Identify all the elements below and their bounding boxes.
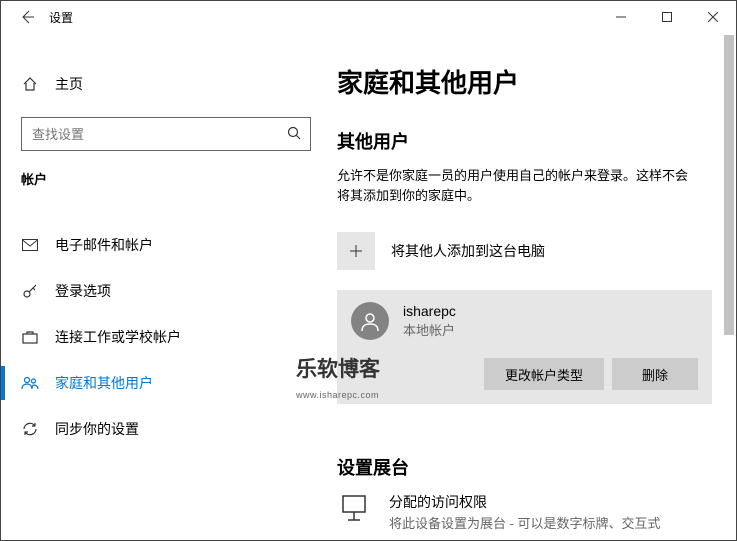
sidebar: 主页 帐户 电子邮件和帐户 登录选项 (1, 33, 331, 540)
maximize-button[interactable] (644, 1, 690, 33)
avatar (351, 302, 389, 340)
sync-icon (21, 421, 39, 437)
user-name: isharepc (403, 303, 456, 319)
scrollbar-thumb[interactable] (724, 35, 734, 335)
nav-item-signin[interactable]: 登录选项 (1, 268, 331, 314)
kiosk-title: 分配的访问权限 (389, 492, 661, 512)
search-input[interactable] (32, 127, 286, 142)
home-label: 主页 (55, 74, 83, 94)
kiosk-icon (337, 492, 371, 534)
nav-list: 电子邮件和帐户 登录选项 连接工作或学校帐户 家庭和其他用户 (1, 198, 331, 452)
kiosk-heading: 设置展台 (337, 454, 712, 480)
titlebar: 设置 (1, 1, 736, 33)
nav-label: 家庭和其他用户 (55, 373, 153, 393)
content-area: 家庭和其他用户 其他用户 允许不是你家庭一员的用户使用自己的帐户来登录。这样不会… (331, 33, 736, 540)
nav-label: 连接工作或学校帐户 (55, 327, 181, 347)
search-icon (286, 125, 302, 144)
people-icon (21, 376, 39, 390)
window-controls (598, 1, 736, 33)
search-box[interactable] (21, 117, 311, 151)
other-users-heading: 其他用户 (337, 128, 712, 154)
nav-item-family[interactable]: 家庭和其他用户 (1, 360, 331, 406)
user-type: 本地帐户 (403, 320, 456, 339)
briefcase-icon (21, 330, 39, 344)
add-user-label: 将其他人添加到这台电脑 (391, 241, 545, 261)
nav-item-sync[interactable]: 同步你的设置 (1, 406, 331, 452)
nav-item-work-school[interactable]: 连接工作或学校帐户 (1, 314, 331, 360)
home-icon (21, 76, 39, 92)
key-icon (21, 283, 39, 299)
nav-label: 同步你的设置 (55, 419, 139, 439)
home-button[interactable]: 主页 (1, 65, 331, 103)
close-button[interactable] (690, 1, 736, 33)
nav-label: 电子邮件和帐户 (55, 235, 153, 255)
window-title: 设置 (47, 9, 73, 26)
nav-label: 登录选项 (55, 281, 111, 301)
delete-user-button[interactable]: 删除 (612, 358, 698, 390)
user-card[interactable]: isharepc 本地帐户 更改帐户类型 删除 (337, 290, 712, 404)
section-header-accounts: 帐户 (1, 169, 331, 198)
kiosk-row[interactable]: 分配的访问权限 将此设备设置为展台 - 可以是数字标牌、交互式 (337, 492, 712, 534)
add-user-button[interactable]: 将其他人添加到这台电脑 (337, 232, 712, 270)
page-heading: 家庭和其他用户 (337, 63, 712, 100)
kiosk-subtitle: 将此设备设置为展台 - 可以是数字标牌、交互式 (389, 514, 661, 534)
change-account-type-button[interactable]: 更改帐户类型 (484, 358, 604, 390)
scrollbar[interactable] (722, 33, 736, 540)
minimize-button[interactable] (598, 1, 644, 33)
plus-icon (337, 232, 375, 270)
back-button[interactable] (7, 1, 47, 33)
mail-icon (21, 238, 39, 252)
other-users-desc: 允许不是你家庭一员的用户使用自己的帐户来登录。这样不会将其添加到你的家庭中。 (337, 166, 697, 206)
nav-item-email[interactable]: 电子邮件和帐户 (1, 222, 331, 268)
